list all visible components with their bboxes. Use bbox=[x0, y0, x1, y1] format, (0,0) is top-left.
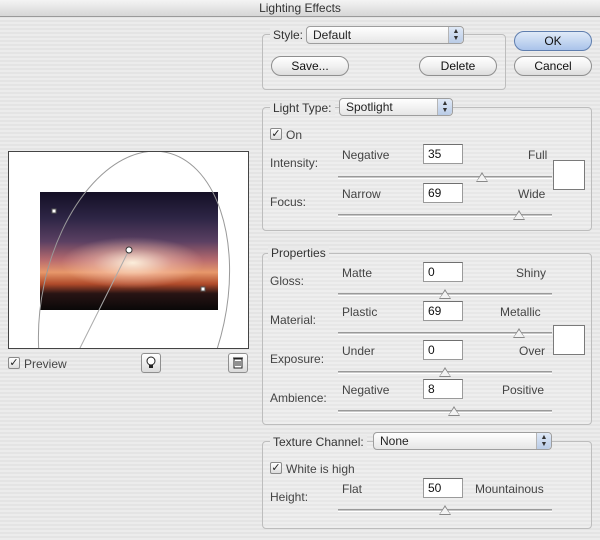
checkmark-icon: ✓ bbox=[271, 128, 281, 140]
properties-label: Properties bbox=[268, 246, 329, 260]
ambience-label: Ambience: bbox=[270, 391, 327, 405]
intensity-label: Intensity: bbox=[270, 156, 319, 170]
gloss-slider-thumb[interactable] bbox=[439, 289, 451, 299]
focus-field[interactable]: 69 bbox=[423, 183, 463, 203]
exposure-max-label: Over bbox=[519, 344, 546, 358]
material-slider-thumb[interactable] bbox=[512, 328, 525, 338]
popup-arrows-icon: ▲ ▼ bbox=[448, 27, 463, 43]
popup-arrows-icon: ▲ ▼ bbox=[536, 433, 551, 449]
height-slider-thumb[interactable] bbox=[439, 505, 451, 515]
delete-button[interactable]: Delete bbox=[419, 56, 497, 76]
intensity-min-label: Negative bbox=[342, 148, 390, 162]
ambience-slider-thumb[interactable] bbox=[447, 406, 460, 416]
spotlight-ellipse[interactable] bbox=[9, 152, 249, 349]
exposure-min-label: Under bbox=[342, 344, 375, 358]
style-label: Style: bbox=[270, 28, 307, 42]
intensity-max-label: Full bbox=[528, 148, 548, 162]
focus-label: Focus: bbox=[270, 195, 307, 209]
checkmark-icon: ✓ bbox=[9, 357, 19, 369]
white-is-high-checkbox[interactable]: ✓ bbox=[270, 462, 282, 474]
preview-label: Preview bbox=[24, 357, 67, 371]
ambience-field[interactable]: 8 bbox=[423, 379, 463, 399]
style-popup-value: Default bbox=[313, 28, 352, 42]
height-max-label: Mountainous bbox=[475, 482, 544, 496]
light-type-popup[interactable]: Spotlight ▲ ▼ bbox=[339, 98, 453, 116]
gloss-field[interactable]: 0 bbox=[423, 262, 463, 282]
trash-icon bbox=[233, 357, 243, 369]
texture-channel-popup[interactable]: None ▲ ▼ bbox=[373, 432, 552, 450]
style-popup[interactable]: Default ▲ ▼ bbox=[306, 26, 464, 44]
texture-channel-popup-value: None bbox=[380, 434, 409, 448]
intensity-slider-thumb[interactable] bbox=[476, 172, 489, 182]
light-on-label: On bbox=[286, 128, 303, 142]
ok-button[interactable]: OK bbox=[514, 31, 592, 51]
light-bulb-icon bbox=[146, 356, 156, 368]
height-min-label: Flat bbox=[342, 482, 363, 496]
window-title-bar: Lighting Effects bbox=[0, 0, 600, 17]
exposure-field[interactable]: 0 bbox=[423, 340, 463, 360]
cancel-button[interactable]: Cancel bbox=[514, 56, 592, 76]
gloss-min-label: Matte bbox=[342, 266, 373, 280]
gloss-label: Gloss: bbox=[270, 274, 305, 288]
light-type-label: Light Type: bbox=[270, 101, 335, 115]
light-color-swatch[interactable] bbox=[553, 160, 585, 190]
material-field[interactable]: 69 bbox=[423, 301, 463, 321]
material-label: Material: bbox=[270, 313, 317, 327]
preview-checkbox[interactable]: ✓ bbox=[8, 357, 20, 369]
intensity-slider-track bbox=[338, 176, 552, 179]
ambience-min-label: Negative bbox=[342, 383, 390, 397]
focus-slider-thumb[interactable] bbox=[512, 210, 525, 220]
preview-area[interactable] bbox=[8, 151, 249, 349]
checkmark-icon: ✓ bbox=[271, 462, 281, 474]
new-light-button[interactable] bbox=[141, 353, 161, 373]
window-title: Lighting Effects bbox=[259, 1, 341, 15]
focus-max-label: Wide bbox=[518, 187, 546, 201]
ambient-color-swatch[interactable] bbox=[553, 325, 585, 355]
light-type-popup-value: Spotlight bbox=[346, 100, 393, 114]
intensity-field[interactable]: 35 bbox=[423, 144, 463, 164]
exposure-label: Exposure: bbox=[270, 352, 325, 366]
save-button[interactable]: Save... bbox=[271, 56, 349, 76]
light-on-checkbox[interactable]: ✓ bbox=[270, 128, 282, 140]
popup-arrows-icon: ▲ ▼ bbox=[437, 99, 452, 115]
ambience-max-label: Positive bbox=[502, 383, 545, 397]
ambience-slider-track bbox=[338, 410, 552, 413]
height-field[interactable]: 50 bbox=[423, 478, 463, 498]
height-label: Height: bbox=[270, 490, 309, 504]
delete-light-button[interactable] bbox=[228, 353, 248, 373]
white-is-high-label: White is high bbox=[286, 462, 355, 476]
gloss-max-label: Shiny bbox=[516, 266, 547, 280]
focus-min-label: Narrow bbox=[342, 187, 381, 201]
texture-channel-label: Texture Channel: bbox=[270, 435, 367, 449]
exposure-slider-thumb[interactable] bbox=[439, 367, 451, 377]
material-max-label: Metallic bbox=[500, 305, 541, 319]
material-min-label: Plastic bbox=[342, 305, 378, 319]
